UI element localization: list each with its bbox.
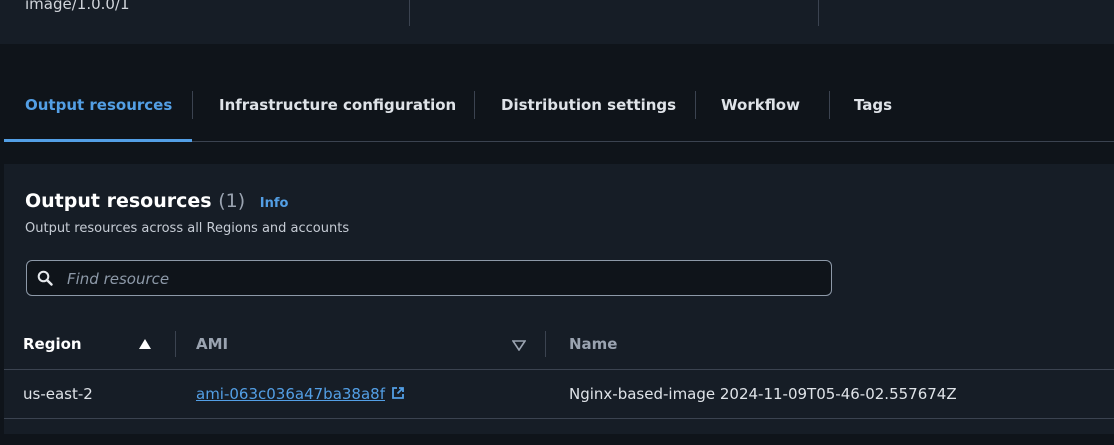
section-description: Output resources across all Regions and …	[25, 221, 350, 236]
tab-infrastructure-configuration[interactable]: Infrastructure configuration	[219, 96, 456, 114]
sort-ascending-icon[interactable]	[138, 338, 152, 350]
cell-name: Nginx-based-image 2024-11-09T05-46-02.55…	[569, 385, 957, 403]
sort-descending-icon[interactable]	[512, 339, 526, 351]
image-version-value: image/1.0.0/1	[25, 0, 130, 13]
table-row: us-east-2 ami-063c036a47ba38a8f Nginx-ba…	[4, 370, 1114, 418]
ami-link[interactable]: ami-063c036a47ba38a8f	[196, 385, 405, 403]
row-divider	[4, 418, 1114, 419]
tab-output-resources[interactable]: Output resources	[25, 96, 172, 114]
search-input[interactable]	[65, 261, 819, 297]
tab-tags[interactable]: Tags	[854, 96, 892, 114]
external-link-icon[interactable]	[391, 386, 405, 400]
find-resource-search	[26, 260, 832, 297]
summary-cell-3	[818, 0, 1114, 26]
tab-divider	[829, 91, 830, 119]
section-gap	[0, 142, 1114, 164]
tab-distribution-settings[interactable]: Distribution settings	[501, 96, 676, 114]
column-divider	[175, 331, 176, 357]
detail-tabs: Output resources Infrastructure configur…	[0, 44, 1114, 142]
image-summary-panel: image/1.0.0/1	[0, 0, 1114, 45]
search-icon	[37, 270, 53, 286]
info-link[interactable]: Info	[260, 196, 289, 211]
summary-cell-2	[409, 0, 818, 26]
column-divider	[545, 331, 546, 357]
resource-count: (1)	[218, 190, 246, 212]
tab-divider	[474, 91, 475, 119]
tab-workflow[interactable]: Workflow	[721, 96, 800, 114]
table-header: Region AMI Name	[4, 319, 1114, 369]
summary-cell-1: image/1.0.0/1	[0, 0, 408, 26]
output-resources-container: Output resources (1) Info Output resourc…	[4, 164, 1114, 434]
ami-link-text[interactable]: ami-063c036a47ba38a8f	[196, 385, 385, 403]
tab-divider	[695, 91, 696, 119]
column-header-region[interactable]: Region	[23, 335, 82, 353]
section-title: Output resources	[25, 190, 212, 212]
column-header-ami[interactable]: AMI	[196, 335, 228, 353]
column-header-name[interactable]: Name	[569, 335, 617, 353]
section-heading: Output resources (1) Info	[25, 190, 288, 212]
cell-region: us-east-2	[23, 385, 93, 403]
tab-divider	[192, 91, 193, 119]
